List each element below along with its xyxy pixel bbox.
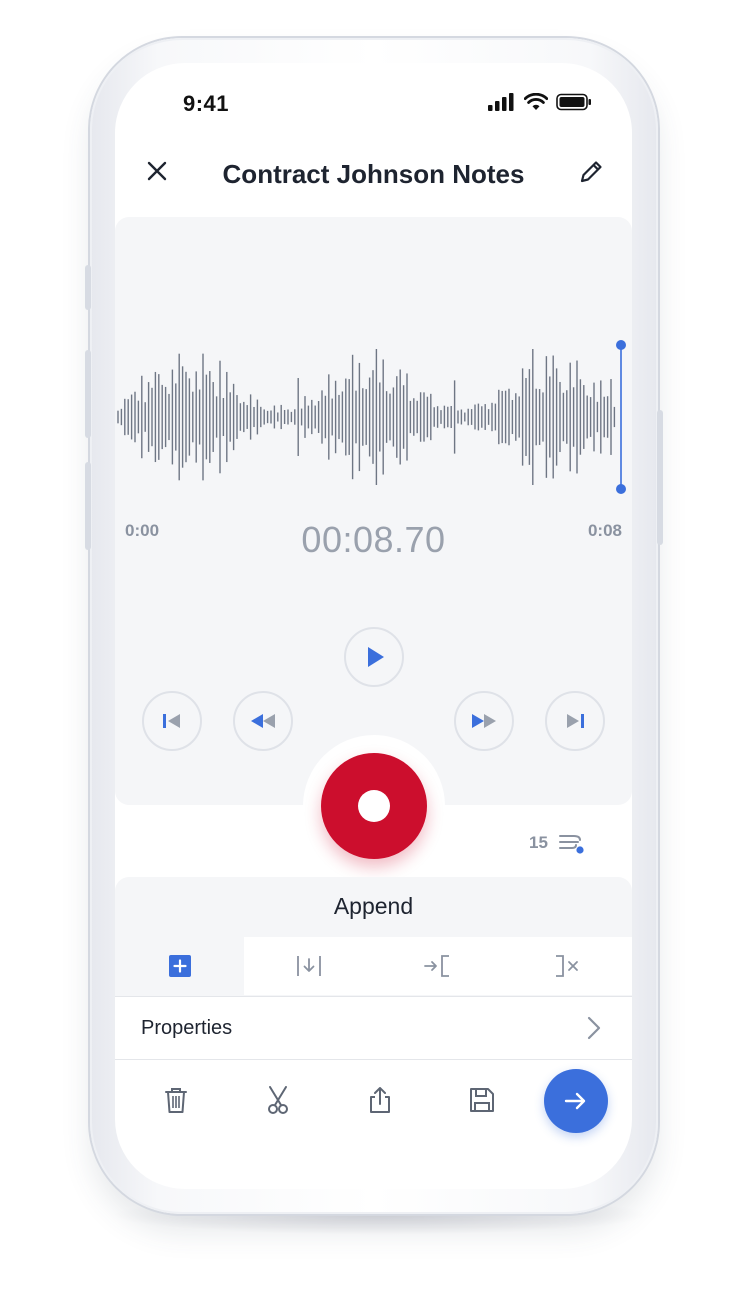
header: Contract Johnson Notes <box>115 151 632 201</box>
status-time: 9:41 <box>183 91 230 116</box>
skip-to-start-button[interactable] <box>142 691 202 751</box>
waveform[interactable] <box>115 337 632 497</box>
save-icon <box>470 1088 494 1112</box>
tab-append[interactable] <box>115 937 245 995</box>
tab-cut-to-end[interactable] <box>502 937 632 995</box>
cut-to-end-icon <box>556 955 579 977</box>
share-icon <box>370 1087 390 1113</box>
next-button[interactable] <box>544 1069 608 1133</box>
speed-settings-icon <box>558 835 584 854</box>
arrow-right-icon <box>564 1092 586 1110</box>
volume-down-button <box>85 462 91 550</box>
end-time: 0:08 <box>587 521 622 540</box>
properties-label: Properties <box>141 1017 233 1039</box>
rewind-icon <box>251 714 275 728</box>
play-button[interactable] <box>344 627 404 687</box>
recording-mode-card: Append <box>115 877 632 997</box>
share-button[interactable] <box>363 1083 397 1117</box>
rewind-button[interactable] <box>233 691 293 751</box>
overwrite-icon <box>424 955 450 977</box>
save-button[interactable] <box>465 1083 499 1117</box>
skip-forward-icon <box>567 714 584 728</box>
recording-mode-label: Append <box>333 893 414 919</box>
recorder-panel: 0:00 00:08.70 0:08 <box>115 217 632 805</box>
chevron-right-icon <box>587 1016 601 1040</box>
bottom-toolbar <box>115 1059 632 1143</box>
mute-switch <box>85 265 91 310</box>
app-screen: 9:41 Contract Johnson Notes 0:00 00:08.7… <box>115 63 632 1189</box>
signal-icon <box>488 93 514 111</box>
battery-icon <box>556 93 591 111</box>
playhead-handle[interactable] <box>616 484 626 494</box>
speed-value: 15 <box>529 833 548 852</box>
fast-forward-icon <box>472 714 496 728</box>
record-button[interactable] <box>321 753 427 859</box>
scissors-icon <box>268 1086 288 1114</box>
plus-square-icon <box>168 955 191 977</box>
page-title: Contract Johnson Notes <box>222 159 525 189</box>
trash-icon <box>165 1088 187 1113</box>
play-icon <box>368 647 384 667</box>
delete-button[interactable] <box>159 1083 193 1117</box>
skip-back-icon <box>163 714 180 728</box>
status-icons <box>488 93 592 111</box>
pencil-icon <box>580 161 602 183</box>
edit-title-button[interactable] <box>576 157 606 187</box>
wifi-icon <box>524 93 548 110</box>
recording-mode-tabs <box>115 937 632 995</box>
volume-up-button <box>85 350 91 438</box>
insert-icon <box>296 956 321 976</box>
skip-to-end-button[interactable] <box>545 691 605 751</box>
properties-row[interactable]: Properties <box>115 997 632 1059</box>
record-icon <box>358 790 390 822</box>
playback-speed-control[interactable]: 15 <box>529 831 586 855</box>
tab-insert[interactable] <box>244 937 374 995</box>
tab-overwrite[interactable] <box>373 937 503 995</box>
current-time: 00:08.70 <box>301 519 446 560</box>
cut-button[interactable] <box>261 1083 295 1117</box>
fast-forward-button[interactable] <box>454 691 514 751</box>
playhead-handle[interactable] <box>616 340 626 350</box>
power-button <box>657 410 663 545</box>
